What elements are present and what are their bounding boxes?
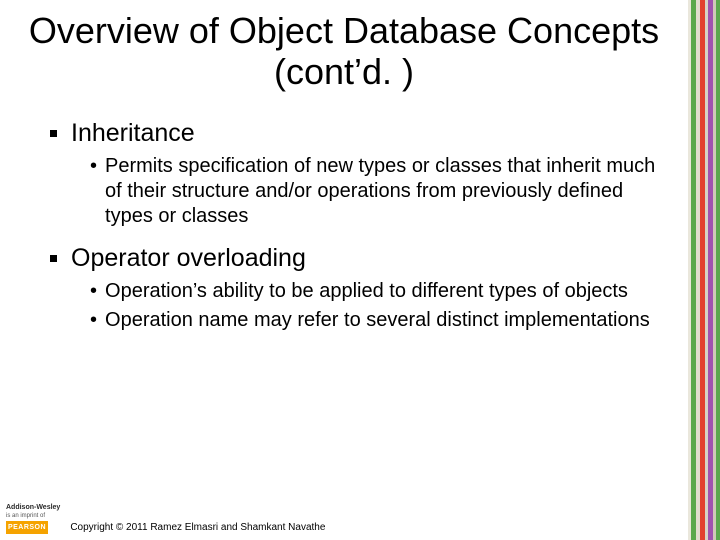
slide-body: Inheritance • Permits specification of n… xyxy=(50,118,670,337)
slide: Overview of Object Database Concepts (co… xyxy=(0,0,720,540)
footer: Addison-Wesley is an imprint of PEARSON … xyxy=(6,504,325,534)
square-bullet-icon xyxy=(50,130,57,137)
publisher-block: Addison-Wesley is an imprint of PEARSON xyxy=(6,504,60,534)
square-bullet-icon xyxy=(50,255,57,262)
publisher-name: Addison-Wesley xyxy=(6,504,60,511)
publisher-sub: is an imprint of xyxy=(6,513,60,519)
bullet-level2: • Operation name may refer to several di… xyxy=(90,308,670,333)
bullet-text: Permits specification of new types or cl… xyxy=(105,154,670,229)
pearson-logo: PEARSON xyxy=(6,521,48,534)
dot-bullet-icon: • xyxy=(90,279,97,304)
bullet-level1: Operator overloading xyxy=(50,243,670,273)
dot-bullet-icon: • xyxy=(90,154,97,179)
decorative-stripes xyxy=(688,0,720,540)
bullet-text: Operation’s ability to be applied to dif… xyxy=(105,279,628,304)
bullet-text: Operator overloading xyxy=(71,243,306,273)
bullet-text: Operation name may refer to several dist… xyxy=(105,308,650,333)
bullet-level2: • Operation’s ability to be applied to d… xyxy=(90,279,670,304)
bullet-text: Inheritance xyxy=(71,118,195,148)
dot-bullet-icon: • xyxy=(90,308,97,333)
bullet-level2: • Permits specification of new types or … xyxy=(90,154,670,229)
bullet-level1: Inheritance xyxy=(50,118,670,148)
slide-title: Overview of Object Database Concepts (co… xyxy=(0,10,688,93)
copyright-text: Copyright © 2011 Ramez Elmasri and Shamk… xyxy=(70,522,325,534)
